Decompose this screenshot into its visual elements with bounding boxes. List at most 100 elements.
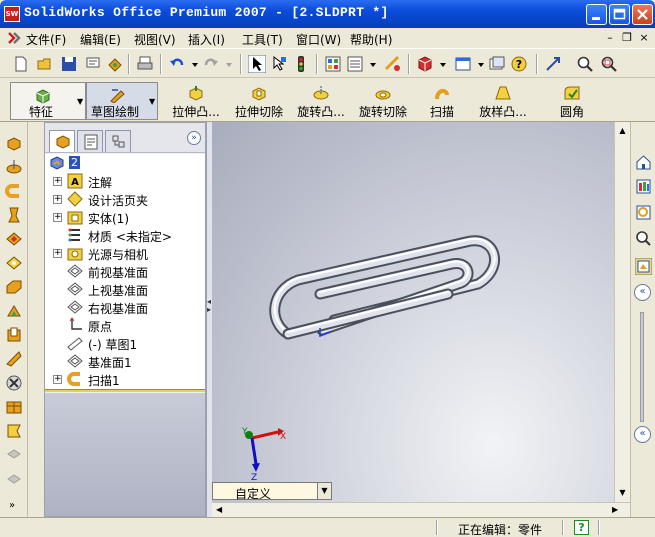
scroll-right-icon[interactable]: ▶ [612, 504, 618, 516]
extrude-boss-button[interactable]: 拉伸凸... [166, 83, 226, 119]
draft-tool-icon[interactable] [5, 302, 23, 320]
menu-edit[interactable]: 编辑(E) [80, 31, 121, 48]
extrude-cut-button[interactable]: 拉伸切除 [230, 83, 288, 119]
tree-root[interactable]: 2 [45, 154, 205, 172]
appearance-dropdown-icon[interactable] [434, 55, 452, 73]
tab-property-manager[interactable] [77, 130, 103, 152]
tree-item[interactable]: 材质 <未指定> [45, 226, 205, 244]
menu-file[interactable]: 文件(F) [26, 31, 66, 48]
window-tile-icon[interactable] [454, 55, 472, 73]
measure-icon[interactable] [384, 55, 402, 73]
revolve-cut-button[interactable]: 旋转切除 [354, 83, 412, 119]
tree-item[interactable]: + 实体(1) [45, 208, 205, 226]
new-document-icon[interactable] [12, 55, 30, 73]
properties-list-icon[interactable] [346, 55, 364, 73]
collapse-task-pane-bottom-icon[interactable]: « [634, 426, 651, 443]
expand-plus-icon[interactable]: + [53, 195, 62, 204]
viewport-vertical-scrollbar[interactable]: ▲ ▼ [614, 122, 630, 502]
paperclip-model[interactable]: X Y Z [212, 122, 614, 502]
scroll-up-icon[interactable]: ▲ [616, 124, 629, 138]
pattern-tool-icon[interactable] [5, 398, 23, 416]
make-drawing-icon[interactable] [106, 55, 124, 73]
tab-features[interactable]: 特征 ▼ [10, 82, 86, 120]
layers-icon[interactable] [488, 55, 506, 73]
mirror-tool-icon[interactable] [5, 422, 23, 440]
save-icon[interactable] [60, 55, 78, 73]
zoom-area-icon[interactable] [600, 55, 618, 73]
solidworks-logo-icon[interactable]: SW [4, 6, 20, 22]
tab-feature-tree[interactable] [49, 130, 75, 152]
menu-view[interactable]: 视图(V) [134, 31, 176, 48]
menu-tools[interactable]: 工具(T) [242, 31, 283, 48]
menu-insert[interactable]: 插入(I) [188, 31, 225, 48]
tree-item[interactable]: + 扫描1 [45, 370, 205, 388]
view-orientation-select[interactable]: 自定义 ▼ [212, 482, 332, 501]
redo-dropdown-icon[interactable] [220, 55, 238, 73]
zoom-in-magnifier-icon[interactable] [576, 55, 594, 73]
fillet-button[interactable]: 圆角 [550, 83, 594, 119]
search-icon[interactable] [635, 230, 652, 247]
expand-plus-icon[interactable]: + [53, 177, 62, 186]
doc-restore-button[interactable]: ❐ [620, 31, 634, 45]
file-explorer-icon[interactable] [635, 204, 652, 221]
zoom-to-fit-icon[interactable] [544, 55, 562, 73]
close-button[interactable] [632, 4, 653, 25]
expand-plus-icon[interactable]: + [53, 213, 62, 222]
tab-features-dropdown-icon[interactable]: ▼ [77, 97, 83, 106]
tree-item[interactable]: 右视基准面 [45, 298, 205, 316]
extrude-boss-tool-icon[interactable] [5, 134, 23, 152]
menu-help[interactable]: 帮助(H) [350, 31, 392, 48]
open-folder-icon[interactable] [36, 55, 54, 73]
tree-item[interactable]: + 光源与相机 [45, 244, 205, 262]
curves-tool-disabled-icon[interactable] [5, 446, 23, 464]
tree-item[interactable]: 原点 [45, 316, 205, 334]
tab-sketch[interactable]: 草图绘制 ▼ [86, 82, 158, 120]
sweep-button[interactable]: 扫描 [420, 83, 464, 119]
options-grid-icon[interactable] [324, 55, 342, 73]
tree-item[interactable]: + A 注解 [45, 172, 205, 190]
properties-dropdown-icon[interactable] [364, 55, 382, 73]
redo-icon[interactable] [202, 55, 220, 73]
appearance-cube-icon[interactable] [416, 55, 434, 73]
extrude-cut-tool-icon[interactable] [5, 254, 23, 272]
hole-wizard-icon[interactable] [5, 374, 23, 392]
revolve-boss-button[interactable]: 旋转凸... [292, 83, 350, 119]
sweep-tool-icon[interactable] [5, 182, 23, 200]
tab-configuration-manager[interactable] [105, 130, 131, 152]
shell-tool-icon[interactable] [5, 326, 23, 344]
scroll-down-icon[interactable]: ▼ [616, 486, 629, 500]
select-other-icon[interactable] [270, 55, 288, 73]
help-icon[interactable]: ? [574, 520, 589, 535]
rebuild-traffic-light-icon[interactable] [292, 55, 310, 73]
boundary-tool-icon[interactable] [5, 230, 23, 248]
select-pointer-icon[interactable] [248, 55, 266, 73]
expand-plus-icon[interactable]: + [53, 375, 62, 384]
loft-tool-icon[interactable] [5, 206, 23, 224]
design-library-icon[interactable] [635, 178, 652, 195]
view-orientation-dropdown-icon[interactable]: ▼ [317, 483, 331, 499]
tree-item[interactable]: 上视基准面 [45, 280, 205, 298]
tab-sketch-dropdown-icon[interactable]: ▼ [149, 97, 155, 106]
doc-close-button[interactable]: × [637, 31, 651, 45]
more-tools-chevron-icon[interactable]: » [9, 500, 15, 511]
collapse-task-pane-top-icon[interactable]: « [634, 284, 651, 301]
scroll-left-icon[interactable]: ◀ [216, 504, 222, 516]
doc-minimize-button[interactable]: – [603, 31, 617, 45]
expand-plus-icon[interactable]: + [53, 249, 62, 258]
tree-item[interactable]: + 设计活页夹 [45, 190, 205, 208]
rib-tool-icon[interactable] [5, 350, 23, 368]
tree-item[interactable]: (-) 草图1 [45, 334, 205, 352]
print-icon[interactable] [136, 55, 154, 73]
tree-item[interactable]: 基准面1 [45, 352, 205, 370]
reference-geometry-disabled-icon[interactable] [5, 470, 23, 488]
help-question-icon[interactable]: ? [510, 55, 528, 73]
loft-boss-button[interactable]: 放样凸... [470, 83, 536, 119]
view-palette-icon[interactable] [635, 258, 652, 275]
print-preview-icon[interactable] [84, 55, 102, 73]
minimize-button[interactable] [586, 4, 607, 25]
expand-panel-chevron-icon[interactable]: » [187, 131, 201, 145]
menu-window[interactable]: 窗口(W) [296, 31, 341, 48]
rollback-bar[interactable] [45, 389, 205, 392]
viewport-horizontal-scrollbar[interactable]: ◀ ▶ [212, 502, 630, 517]
home-icon[interactable] [635, 154, 652, 171]
